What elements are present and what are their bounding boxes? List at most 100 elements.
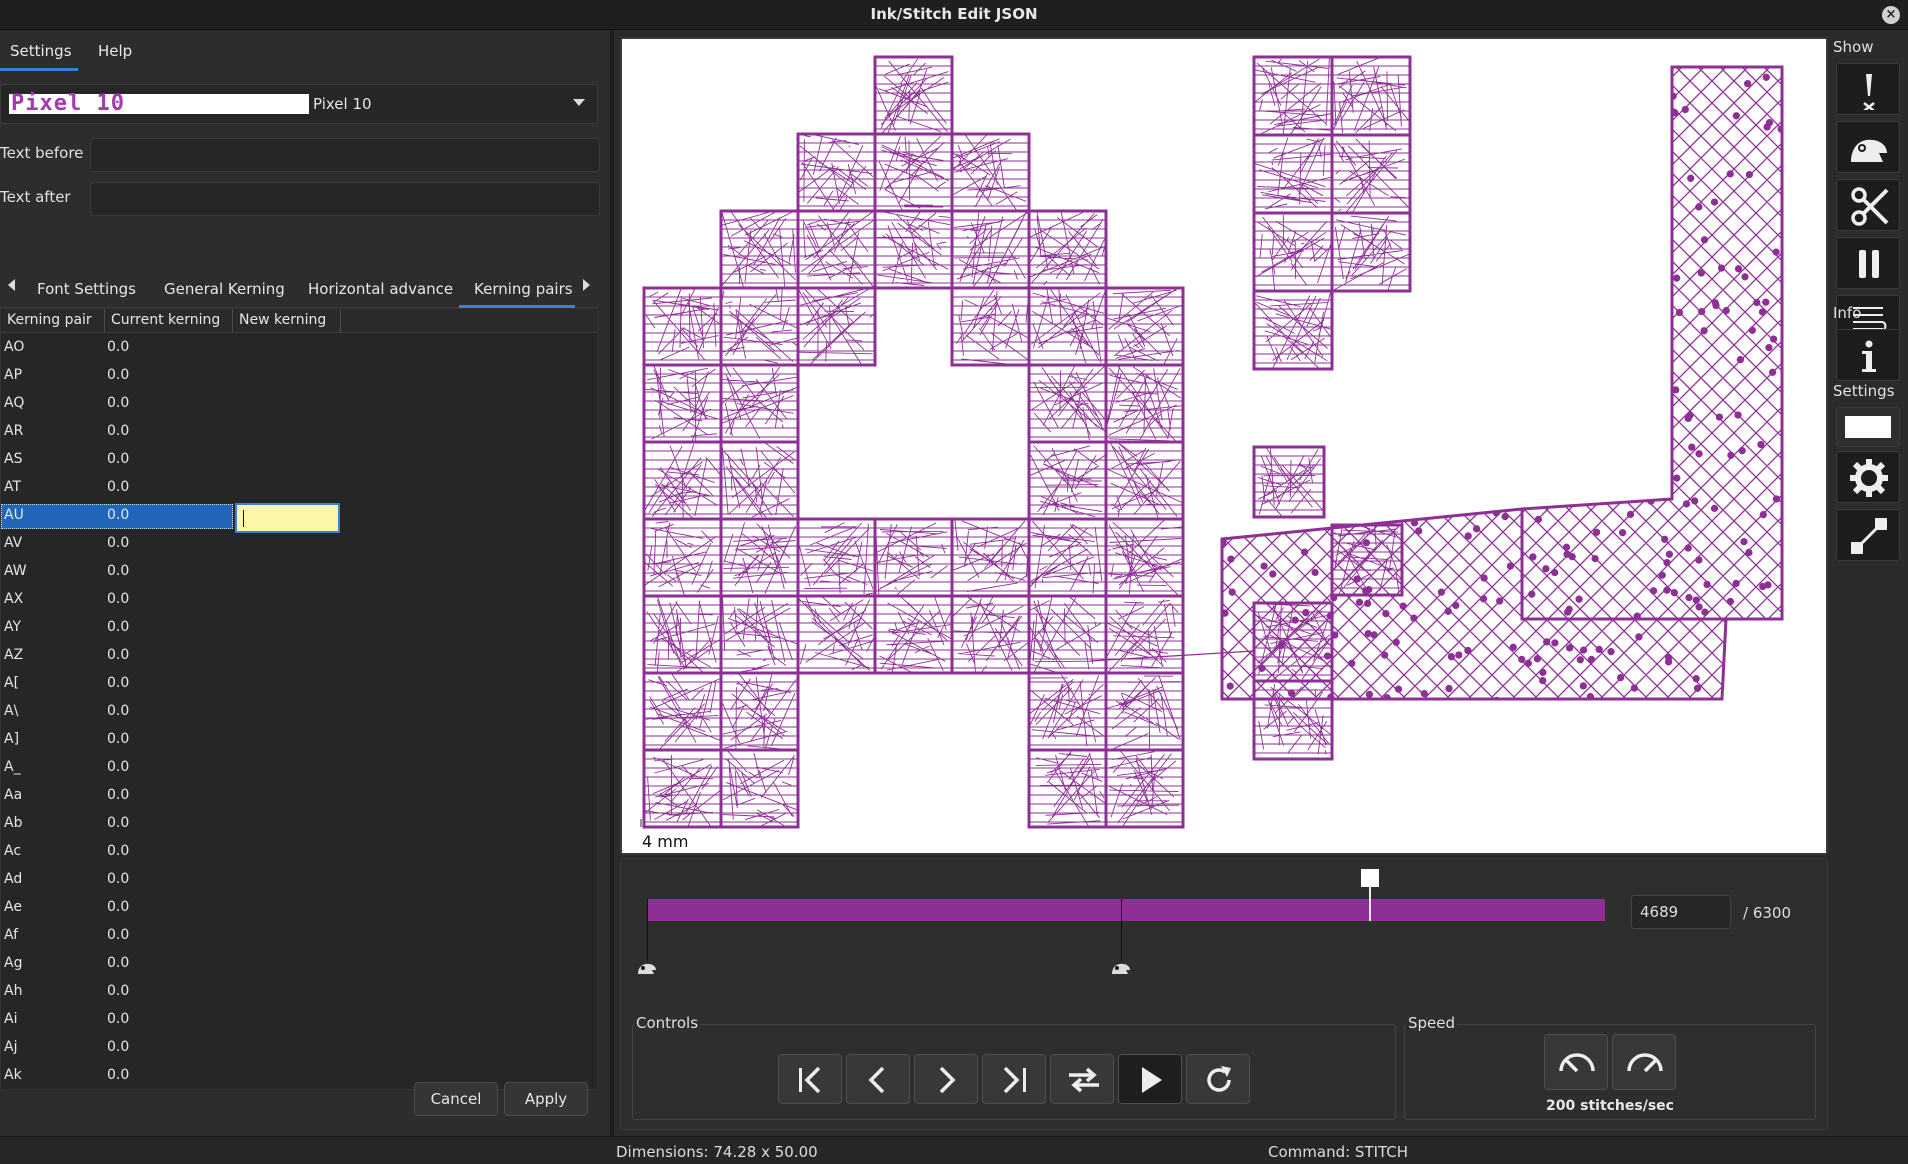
scale-tick bbox=[640, 819, 642, 827]
background-color-button[interactable] bbox=[1836, 407, 1900, 447]
column-header-current-kerning[interactable]: Current kerning bbox=[111, 312, 220, 328]
toggle-stops-button[interactable] bbox=[1836, 237, 1900, 289]
table-row[interactable]: Ac 0.0 bbox=[1, 839, 597, 867]
tab-kerning-pairs[interactable]: Kerning pairs bbox=[474, 280, 573, 298]
jump-to-end-button[interactable] bbox=[982, 1054, 1046, 1104]
table-row[interactable]: A[0.0 bbox=[1, 671, 597, 699]
table-row[interactable]: Aa 0.0 bbox=[1, 783, 597, 811]
current-kerning-cell: 0.0 bbox=[107, 983, 130, 999]
column-header-kerning-pair[interactable]: Kerning pair bbox=[7, 312, 92, 328]
kerning-pair-cell: AZ bbox=[4, 647, 24, 663]
new-kerning-input[interactable] bbox=[235, 503, 340, 533]
table-row[interactable]: AP 0.0 bbox=[1, 363, 597, 391]
tab-general-kerning[interactable]: General Kerning bbox=[164, 280, 285, 298]
slow-down-button[interactable] bbox=[1544, 1034, 1608, 1090]
close-icon[interactable]: × bbox=[1882, 6, 1900, 24]
step-forward-button[interactable] bbox=[914, 1054, 978, 1104]
speed-increase-icon bbox=[1627, 1053, 1663, 1073]
current-stitch-input[interactable]: 4689 bbox=[1631, 895, 1731, 929]
current-kerning-cell: 0.0 bbox=[107, 423, 130, 439]
current-kerning-cell: 0.0 bbox=[107, 759, 130, 775]
kerning-pairs-table: Kerning pair Current kerning New kerning… bbox=[0, 308, 598, 1090]
restart-button[interactable] bbox=[1186, 1054, 1250, 1104]
text-before-input[interactable] bbox=[90, 138, 600, 172]
jump-to-start-button[interactable] bbox=[778, 1054, 842, 1104]
column-separator bbox=[232, 309, 233, 333]
kerning-pair-cell: AT bbox=[4, 479, 22, 495]
info-button[interactable] bbox=[1836, 329, 1900, 381]
table-row[interactable]: A_ 0.0 bbox=[1, 755, 597, 783]
current-kerning-cell: 0.0 bbox=[107, 1039, 130, 1055]
toggle-trims-button[interactable] bbox=[1836, 179, 1900, 231]
table-row[interactable]: AO 0.0 bbox=[1, 335, 597, 363]
table-row[interactable]: AQ 0.0 bbox=[1, 391, 597, 419]
color-change-marker bbox=[1121, 899, 1122, 961]
tabs-scroll-left-icon[interactable] bbox=[8, 279, 15, 291]
tab-font-settings[interactable]: Font Settings bbox=[37, 280, 136, 298]
table-row[interactable]: AR 0.0 bbox=[1, 419, 597, 447]
current-kerning-cell: 0.0 bbox=[107, 619, 130, 635]
tab-horizontal-advance[interactable]: Horizontal advance bbox=[308, 280, 453, 298]
current-kerning-cell: 0.0 bbox=[107, 675, 130, 691]
chevron-down-icon[interactable] bbox=[573, 99, 585, 106]
text-after-input[interactable] bbox=[90, 182, 600, 216]
stitch-progress-track[interactable] bbox=[647, 899, 1605, 921]
stitch-preview-canvas[interactable]: 4 mm bbox=[622, 39, 1826, 853]
settings-subtabs: Font Settings General Kerning Horizontal… bbox=[0, 270, 598, 308]
dimensions-readout: Dimensions: 74.28 x 50.00 bbox=[616, 1143, 818, 1161]
current-kerning-cell: 0.0 bbox=[107, 591, 130, 607]
column-header-new-kerning[interactable]: New kerning bbox=[239, 312, 326, 328]
panel-splitter[interactable] bbox=[610, 30, 614, 1136]
table-row[interactable]: AZ 0.0 bbox=[1, 643, 597, 671]
play-button[interactable] bbox=[1118, 1054, 1182, 1104]
kerning-pair-cell: Ah bbox=[4, 983, 23, 999]
toggle-jumps-button[interactable] bbox=[1836, 121, 1900, 173]
table-row[interactable]: AS 0.0 bbox=[1, 447, 597, 475]
table-row[interactable]: AU 0.0 bbox=[1, 503, 597, 533]
current-kerning-cell: 0.0 bbox=[107, 507, 130, 523]
font-dropdown[interactable]: Pixel 10 Pixel 10 bbox=[0, 84, 598, 124]
settings-button[interactable] bbox=[1836, 451, 1900, 503]
table-row[interactable]: Ab 0.0 bbox=[1, 811, 597, 839]
show-section-label: Show bbox=[1833, 38, 1874, 56]
current-kerning-cell: 0.0 bbox=[107, 899, 130, 915]
toggle-needle-points-button[interactable] bbox=[1836, 63, 1900, 115]
title-bar: Ink/Stitch Edit JSON × bbox=[0, 0, 1908, 30]
tabs-scroll-right-icon[interactable] bbox=[583, 279, 590, 291]
table-row[interactable]: Af 0.0 bbox=[1, 923, 597, 951]
step-back-icon bbox=[868, 1066, 885, 1094]
resize-icon bbox=[1851, 518, 1887, 554]
table-row[interactable]: Ai 0.0 bbox=[1, 1007, 597, 1035]
table-row[interactable]: Ad 0.0 bbox=[1, 867, 597, 895]
kerning-pair-cell: Ac bbox=[4, 843, 22, 859]
table-row[interactable]: Ae 0.0 bbox=[1, 895, 597, 923]
table-row[interactable]: A] 0.0 bbox=[1, 727, 597, 755]
scissors-icon bbox=[1851, 187, 1889, 226]
stitch-preview-drawing bbox=[642, 55, 1784, 829]
color-change-marker bbox=[647, 899, 648, 961]
table-row[interactable]: Ah 0.0 bbox=[1, 979, 597, 1007]
speed-up-button[interactable] bbox=[1612, 1034, 1676, 1090]
kerning-pair-cell: Ad bbox=[4, 871, 23, 887]
stitch-slider-thumb[interactable] bbox=[1361, 869, 1379, 887]
speed-decrease-icon bbox=[1559, 1053, 1595, 1073]
toggle-physical-size-button[interactable] bbox=[1836, 509, 1900, 561]
cancel-button[interactable]: Cancel bbox=[414, 1082, 498, 1116]
font-preview-text: Pixel 10 bbox=[11, 91, 125, 116]
table-row[interactable]: Aj 0.0 bbox=[1, 1035, 597, 1063]
table-row[interactable]: AV 0.0 bbox=[1, 531, 597, 559]
table-row[interactable]: AX 0.0 bbox=[1, 587, 597, 615]
menu-tab-help[interactable]: Help bbox=[98, 42, 132, 60]
apply-button[interactable]: Apply bbox=[504, 1082, 588, 1116]
swap-direction-button[interactable] bbox=[1050, 1054, 1114, 1104]
table-row[interactable]: AW 0.0 bbox=[1, 559, 597, 587]
table-row[interactable]: Ag 0.0 bbox=[1, 951, 597, 979]
table-row[interactable]: AY 0.0 bbox=[1, 615, 597, 643]
needle-points-icon bbox=[1863, 74, 1875, 110]
table-row[interactable]: AT 0.0 bbox=[1, 475, 597, 503]
text-cursor bbox=[243, 510, 244, 527]
play-icon bbox=[1142, 1067, 1162, 1093]
menu-tab-settings[interactable]: Settings bbox=[10, 42, 72, 60]
table-row[interactable]: A\ 0.0 bbox=[1, 699, 597, 727]
step-back-button[interactable] bbox=[846, 1054, 910, 1104]
